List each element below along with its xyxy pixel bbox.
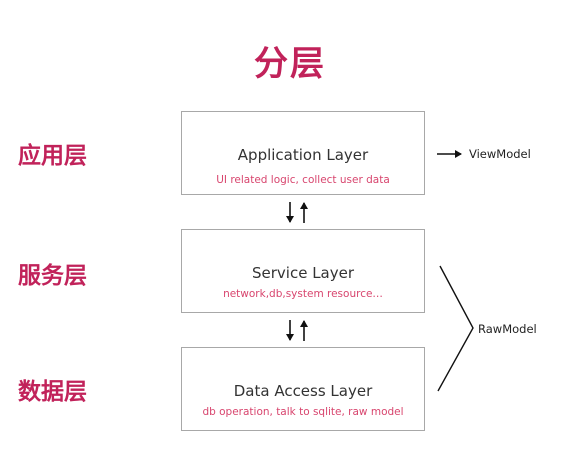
bracket-icon — [437, 265, 474, 392]
connector-overlay — [286, 150, 474, 392]
raw-model-label: RawModel — [478, 322, 537, 336]
view-model-label: ViewModel — [469, 147, 531, 161]
